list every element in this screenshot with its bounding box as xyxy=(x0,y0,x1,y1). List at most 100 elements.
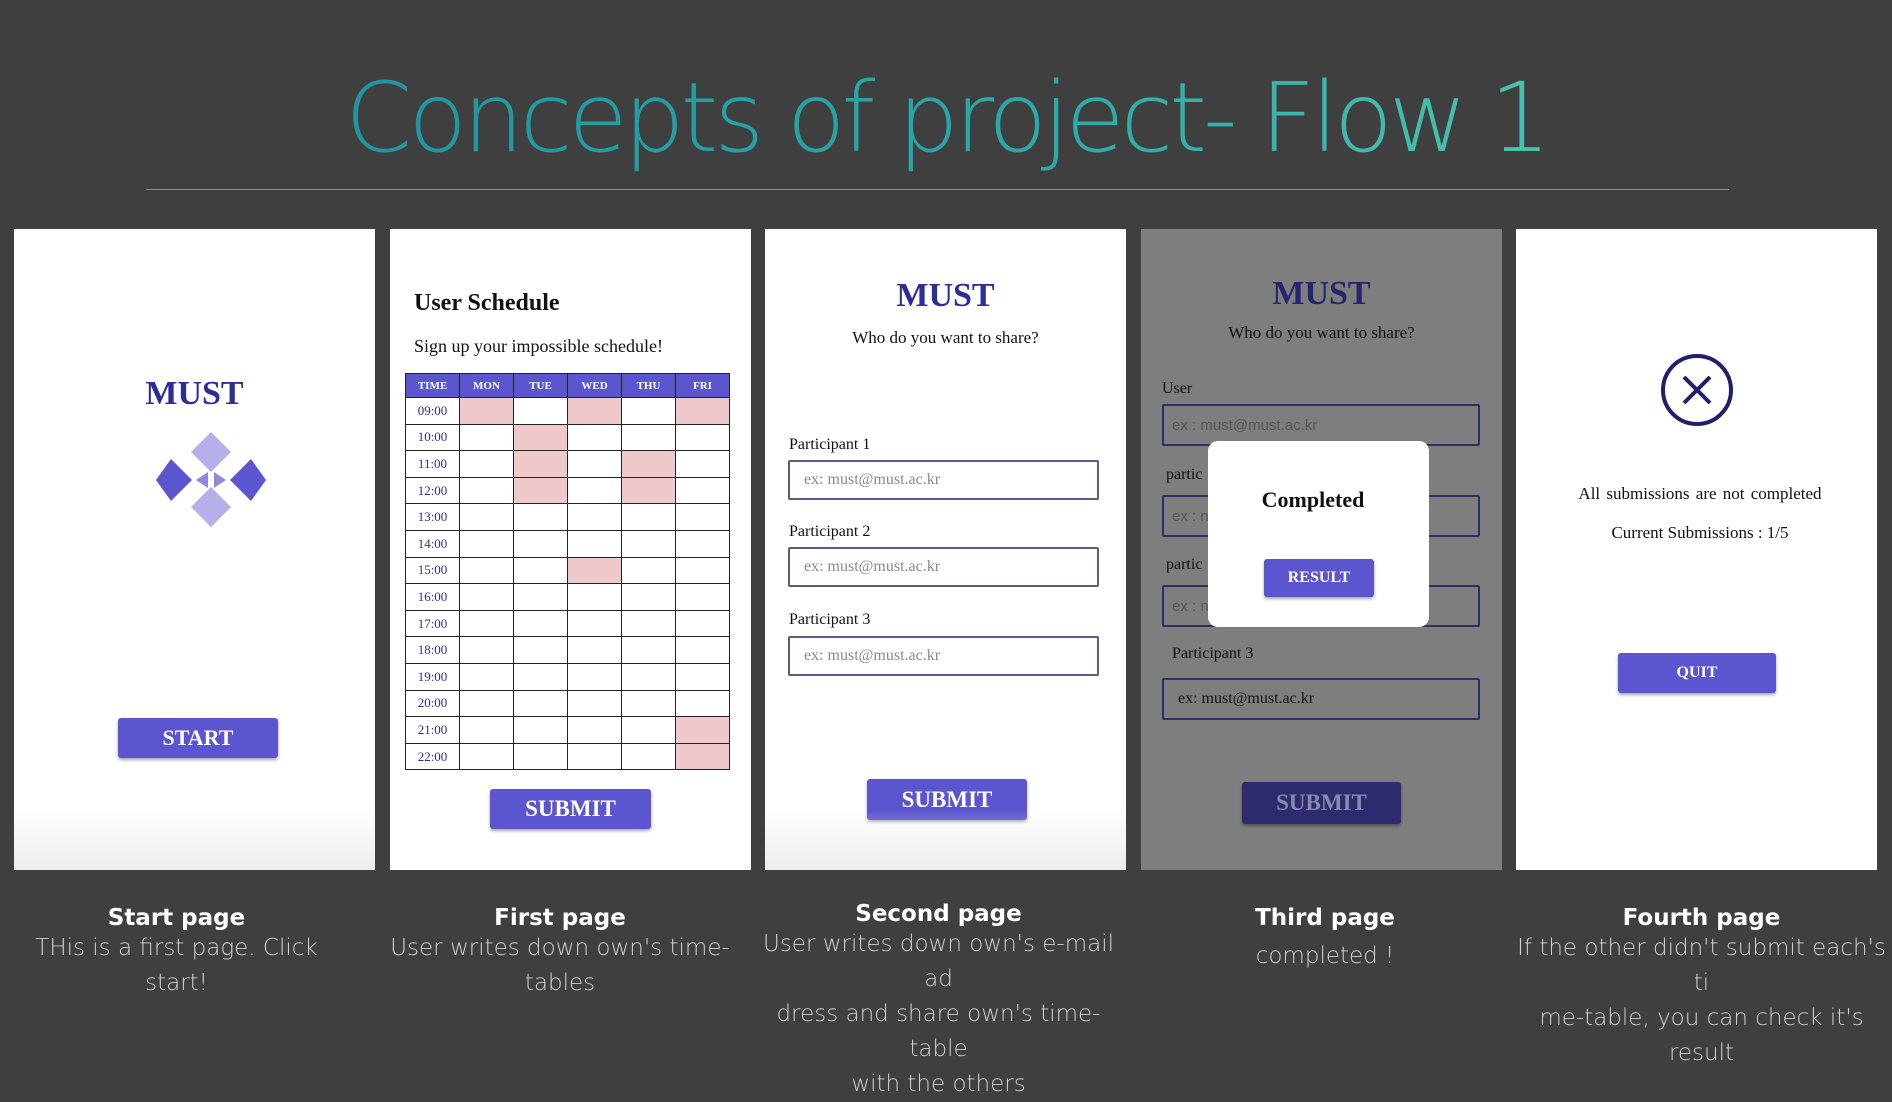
schedule-cell[interactable] xyxy=(459,556,514,585)
schedule-cell[interactable] xyxy=(567,662,622,691)
time-cell: 20:00 xyxy=(405,689,460,718)
schedule-cell[interactable] xyxy=(675,476,730,505)
caption-title: First page xyxy=(494,905,626,931)
schedule-cell[interactable] xyxy=(459,636,514,664)
schedule-cell[interactable] xyxy=(459,742,514,771)
schedule-cell[interactable] xyxy=(567,529,622,558)
time-cell: 16:00 xyxy=(405,583,460,611)
schedule-cell[interactable] xyxy=(621,529,676,558)
schedule-cell[interactable] xyxy=(567,583,622,611)
schedule-cell[interactable] xyxy=(567,609,622,638)
schedule-cell[interactable] xyxy=(513,397,568,425)
schedule-cell[interactable] xyxy=(513,529,568,558)
participant-2-input[interactable]: ex: must@must.ac.kr xyxy=(788,547,1099,587)
participant-3-input[interactable]: ex: must@must.ac.kr xyxy=(1162,678,1480,720)
schedule-cell[interactable] xyxy=(459,450,514,478)
share-submit-button[interactable]: SUBMIT xyxy=(1242,782,1401,824)
schedule-cell-booked[interactable] xyxy=(675,716,730,744)
schedule-cell-booked[interactable] xyxy=(621,476,676,505)
schedule-cell[interactable] xyxy=(567,689,622,718)
schedule-cell[interactable] xyxy=(567,742,622,771)
schedule-cell[interactable] xyxy=(621,423,676,452)
schedule-cell[interactable] xyxy=(513,636,568,664)
participant-1-input[interactable]: ex: must@must.ac.kr xyxy=(788,460,1099,500)
schedule-cell[interactable] xyxy=(513,742,568,771)
schedule-cell[interactable] xyxy=(513,556,568,585)
schedule-cell[interactable] xyxy=(459,476,514,505)
start-button[interactable]: START xyxy=(118,718,278,758)
schedule-cell[interactable] xyxy=(675,689,730,718)
schedule-cell[interactable] xyxy=(459,662,514,691)
table-row: 21:00 xyxy=(405,716,730,744)
user-email-input[interactable]: ex : must@must.ac.kr xyxy=(1162,404,1480,446)
schedule-cell[interactable] xyxy=(621,636,676,664)
schedule-cell[interactable] xyxy=(675,609,730,638)
schedule-cell[interactable] xyxy=(567,450,622,478)
schedule-cell[interactable] xyxy=(513,716,568,744)
schedule-cell[interactable] xyxy=(459,529,514,558)
caption-body-line: dress and share own's time-table xyxy=(776,1001,1101,1062)
schedule-cell[interactable] xyxy=(621,583,676,611)
time-cell: 21:00 xyxy=(405,716,460,744)
schedule-cell[interactable] xyxy=(621,716,676,744)
table-row: 11:00 xyxy=(405,450,730,478)
share-submit-button[interactable]: SUBMIT xyxy=(867,779,1027,820)
participant-1-label-partial: partic xyxy=(1166,466,1203,483)
schedule-cell-booked[interactable] xyxy=(567,556,622,585)
schedule-submit-button[interactable]: SUBMIT xyxy=(490,789,651,829)
schedule-cell-booked[interactable] xyxy=(675,397,730,425)
quit-button[interactable]: QUIT xyxy=(1618,653,1776,693)
time-cell: 14:00 xyxy=(405,529,460,558)
participant-1-label: Participant 1 xyxy=(789,436,871,453)
schedule-cell[interactable] xyxy=(513,583,568,611)
schedule-cell-booked[interactable] xyxy=(675,742,730,771)
schedule-cell[interactable] xyxy=(513,609,568,638)
schedule-cell-booked[interactable] xyxy=(513,450,568,478)
fourth-page-mockup: All submissions are not completed Curren… xyxy=(1516,229,1877,870)
schedule-cell-booked[interactable] xyxy=(621,450,676,478)
schedule-cell[interactable] xyxy=(675,583,730,611)
schedule-cell[interactable] xyxy=(675,556,730,585)
result-button[interactable]: RESULT xyxy=(1264,559,1374,597)
table-row: 18:00 xyxy=(405,636,730,664)
schedule-cell[interactable] xyxy=(621,662,676,691)
schedule-cell[interactable] xyxy=(459,689,514,718)
schedule-cell[interactable] xyxy=(675,529,730,558)
schedule-cell[interactable] xyxy=(675,662,730,691)
schedule-cell-booked[interactable] xyxy=(459,397,514,425)
time-cell: 22:00 xyxy=(405,742,460,771)
brand-logo-text: MUST xyxy=(896,277,995,314)
schedule-cell[interactable] xyxy=(621,397,676,425)
schedule-cell[interactable] xyxy=(675,450,730,478)
schedule-cell[interactable] xyxy=(621,503,676,531)
schedule-cell-booked[interactable] xyxy=(513,476,568,505)
schedule-cell[interactable] xyxy=(675,636,730,664)
schedule-cell[interactable] xyxy=(621,556,676,585)
schedule-cell[interactable] xyxy=(567,476,622,505)
schedule-cell[interactable] xyxy=(567,503,622,531)
schedule-cell[interactable] xyxy=(513,689,568,718)
schedule-cell-booked[interactable] xyxy=(513,423,568,452)
schedule-cell[interactable] xyxy=(513,662,568,691)
schedule-cell[interactable] xyxy=(459,583,514,611)
participant-3-input[interactable]: ex: must@must.ac.kr xyxy=(788,636,1099,676)
caption-title: Fourth page xyxy=(1622,905,1781,931)
schedule-cell[interactable] xyxy=(459,423,514,452)
schedule-cell[interactable] xyxy=(513,503,568,531)
schedule-cell[interactable] xyxy=(459,609,514,638)
must-logo-icon xyxy=(156,432,266,527)
schedule-cell-booked[interactable] xyxy=(567,397,622,425)
table-row: 19:00 xyxy=(405,662,730,691)
schedule-cell[interactable] xyxy=(567,716,622,744)
schedule-cell[interactable] xyxy=(459,503,514,531)
schedule-cell[interactable] xyxy=(675,503,730,531)
schedule-cell[interactable] xyxy=(459,716,514,744)
schedule-cell[interactable] xyxy=(567,423,622,452)
caption-first-page: First page User writes down own's time-t… xyxy=(380,905,740,1001)
schedule-cell[interactable] xyxy=(675,423,730,452)
schedule-cell[interactable] xyxy=(567,636,622,664)
second-page-mockup: MUST Who do you want to share? Participa… xyxy=(765,229,1126,870)
schedule-cell[interactable] xyxy=(621,742,676,771)
schedule-cell[interactable] xyxy=(621,609,676,638)
schedule-cell[interactable] xyxy=(621,689,676,718)
